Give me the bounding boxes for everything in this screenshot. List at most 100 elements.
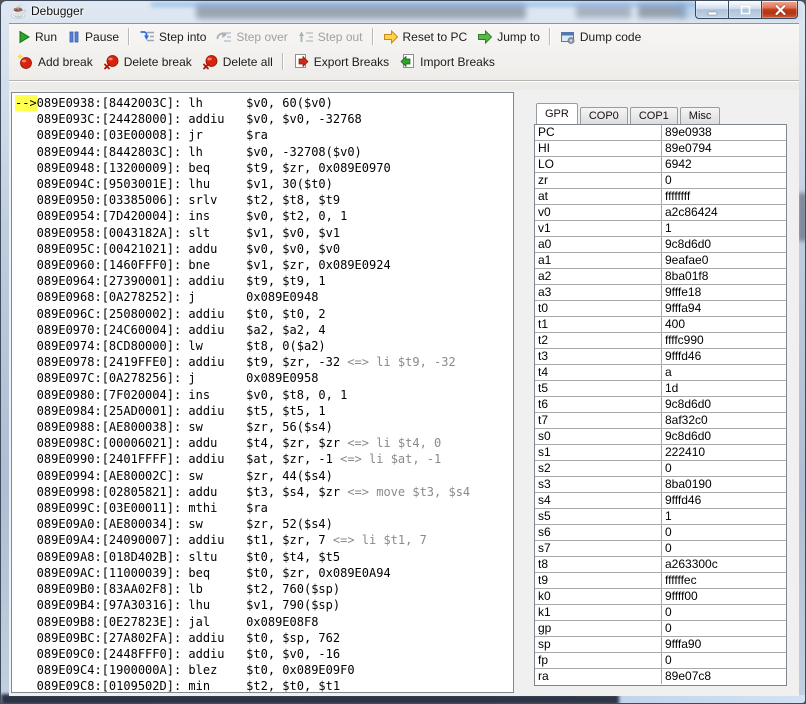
register-value[interactable]: 89e0794 <box>662 141 786 156</box>
register-value[interactable]: 9ffff00 <box>662 589 786 604</box>
disasm-line[interactable]: 089E0980:[7F020004]: ins $v0, $t8, 0, 1 <box>15 387 513 403</box>
disasm-line[interactable]: 089E0984:[25AD0001]: addiu $t5, $t5, 1 <box>15 403 513 419</box>
delete-all-button[interactable]: Delete all <box>197 53 278 70</box>
register-value[interactable]: 400 <box>662 317 786 332</box>
delete-break-button[interactable]: Delete break <box>98 53 197 70</box>
step-over-button[interactable]: Step over <box>211 29 292 45</box>
step-into-button[interactable]: Step into <box>134 29 211 45</box>
register-value[interactable]: 89e0938 <box>662 125 786 140</box>
register-value[interactable]: ffffffec <box>662 573 786 588</box>
import-breaks-button[interactable]: Import Breaks <box>394 53 500 70</box>
disasm-line[interactable]: 089E09A4:[24090007]: addiu $t1, $zr, 7 <… <box>15 532 513 548</box>
register-value[interactable]: 0 <box>662 461 786 476</box>
disasm-line[interactable]: 089E0940:[03E00008]: jr $ra <box>15 127 513 143</box>
disasm-line[interactable]: 089E09A8:[018D402B]: sltu $t0, $t4, $t5 <box>15 549 513 565</box>
register-value[interactable]: 0 <box>662 541 786 556</box>
titlebar[interactable]: ☕ Debugger <box>1 1 805 23</box>
register-value[interactable]: a263300c <box>662 557 786 572</box>
disasm-line[interactable]: 089E0958:[0043182A]: slt $v1, $v0, $v1 <box>15 225 513 241</box>
tab-misc[interactable]: Misc <box>680 107 721 124</box>
register-value[interactable]: 0 <box>662 525 786 540</box>
disasm-line[interactable]: 089E09A0:[AE800034]: sw $zr, 52($s4) <box>15 516 513 532</box>
disasm-line[interactable]: 089E0968:[0A278252]: j 0x089E0948 <box>15 289 513 305</box>
disasm-line[interactable]: 089E09B0:[83AA02F8]: lb $t2, 760($sp) <box>15 581 513 597</box>
register-value[interactable]: 9c8d6d0 <box>662 397 786 412</box>
disasm-line[interactable]: 089E09BC:[27A802FA]: addiu $t0, $sp, 762 <box>15 630 513 646</box>
step-out-button[interactable]: Step out <box>293 29 368 45</box>
jump-to-button[interactable]: Jump to <box>472 29 545 45</box>
register-value[interactable]: 1 <box>662 509 786 524</box>
register-value[interactable]: 9fffa94 <box>662 301 786 316</box>
register-value[interactable]: 9c8d6d0 <box>662 429 786 444</box>
disasm-line[interactable]: 089E09B8:[0E27823E]: jal 0x089E08F8 <box>15 614 513 630</box>
export-breaks-button[interactable]: Export Breaks <box>288 53 394 70</box>
register-name: t1 <box>535 317 662 332</box>
disasm-line[interactable]: 089E09C0:[2448FFF0]: addiu $t0, $v0, -16 <box>15 646 513 662</box>
register-value[interactable]: a <box>662 365 786 380</box>
register-value[interactable]: ffffffff <box>662 189 786 204</box>
disasm-line[interactable]: 089E0970:[24C60004]: addiu $a2, $a2, 4 <box>15 322 513 338</box>
disasm-line[interactable]: 089E0960:[1460FFF0]: bne $v1, $zr, 0x089… <box>15 257 513 273</box>
disasm-line[interactable]: 089E0990:[2401FFFF]: addiu $at, $zr, -1 … <box>15 451 513 467</box>
register-value[interactable]: 8ba0190 <box>662 477 786 492</box>
marker-gutter <box>15 630 37 646</box>
disasm-line[interactable]: 089E09B4:[97A30316]: lhu $v1, 790($sp) <box>15 597 513 613</box>
dump-code-button[interactable]: Dump code <box>555 29 646 45</box>
register-value[interactable]: 1d <box>662 381 786 396</box>
disasm-line[interactable]: 089E0964:[27390001]: addiu $t9, $t9, 1 <box>15 273 513 289</box>
add-break-button[interactable]: Add break <box>12 53 98 70</box>
disasm-line[interactable]: 089E09C8:[0109502D]: min $t2, $t0, $t1 <box>15 678 513 693</box>
disasm-line[interactable]: 089E0948:[13200009]: beq $t9, $zr, 0x089… <box>15 160 513 176</box>
disasm-line[interactable]: 089E0950:[03385006]: srlv $t2, $t8, $t9 <box>15 192 513 208</box>
tab-cop1[interactable]: COP1 <box>630 107 678 124</box>
register-name: ra <box>535 669 662 684</box>
disasm-line[interactable]: 089E096C:[25080002]: addiu $t0, $t0, 2 <box>15 306 513 322</box>
register-value[interactable]: a2c86424 <box>662 205 786 220</box>
disasm-line[interactable]: 089E0988:[AE800038]: sw $zr, 56($s4) <box>15 419 513 435</box>
register-value[interactable]: 0 <box>662 605 786 620</box>
register-value[interactable]: 1 <box>662 221 786 236</box>
run-button[interactable]: Run <box>12 29 62 45</box>
register-value[interactable]: 9fffe18 <box>662 285 786 300</box>
instruction-alias-comment: <=> li $at, -1 <box>333 452 441 466</box>
disassembly-view[interactable]: -->089E0938:[8442003C]: lh $v0, 60($v0) … <box>11 92 514 693</box>
disasm-line[interactable]: 089E0978:[2419FFE0]: addiu $t9, $zr, -32… <box>15 354 513 370</box>
register-value[interactable]: 222410 <box>662 445 786 460</box>
maximize-button[interactable] <box>728 1 761 19</box>
minimize-button[interactable] <box>695 1 728 19</box>
register-value[interactable]: 8af32c0 <box>662 413 786 428</box>
register-value[interactable]: 0 <box>662 621 786 636</box>
disasm-line[interactable]: 089E0994:[AE80002C]: sw $zr, 44($s4) <box>15 468 513 484</box>
register-value[interactable]: 9fffa90 <box>662 637 786 652</box>
disasm-line[interactable]: 089E099C:[03E00011]: mthi $ra <box>15 500 513 516</box>
register-value[interactable]: 8ba01f8 <box>662 269 786 284</box>
register-value[interactable]: ffffc990 <box>662 333 786 348</box>
disasm-line[interactable]: 089E0974:[8CD80000]: lw $t8, 0($a2) <box>15 338 513 354</box>
disasm-line[interactable]: 089E09AC:[11000039]: beq $t0, $zr, 0x089… <box>15 565 513 581</box>
reset-to-pc-button[interactable]: Reset to PC <box>378 29 473 45</box>
register-value[interactable]: 9fffd46 <box>662 349 786 364</box>
disasm-line[interactable]: -->089E0938:[8442003C]: lh $v0, 60($v0) <box>15 95 513 111</box>
disasm-line[interactable]: 089E0944:[8442803C]: lh $v0, -32708($v0) <box>15 144 513 160</box>
disasm-line[interactable]: 089E097C:[0A278256]: j 0x089E0958 <box>15 370 513 386</box>
disasm-line[interactable]: 089E094C:[9503001E]: lhu $v1, 30($t0) <box>15 176 513 192</box>
register-value[interactable]: 9eafae0 <box>662 253 786 268</box>
disasm-line[interactable]: 089E093C:[24428000]: addiu $v0, $v0, -32… <box>15 111 513 127</box>
pause-icon <box>67 29 81 45</box>
tab-cop0[interactable]: COP0 <box>580 107 628 124</box>
register-value[interactable]: 89e07c8 <box>662 669 786 684</box>
pause-button[interactable]: Pause <box>62 29 124 45</box>
close-icon <box>762 1 799 19</box>
register-value[interactable]: 9fffd46 <box>662 493 786 508</box>
close-button[interactable] <box>761 1 798 19</box>
tab-gpr[interactable]: GPR <box>536 103 578 124</box>
register-value[interactable]: 9c8d6d0 <box>662 237 786 252</box>
disasm-line[interactable]: 089E095C:[00421021]: addu $v0, $v0, $v0 <box>15 241 513 257</box>
register-value[interactable]: 6942 <box>662 157 786 172</box>
register-value[interactable]: 0 <box>662 653 786 668</box>
disasm-line[interactable]: 089E0954:[7D420004]: ins $v0, $t2, 0, 1 <box>15 208 513 224</box>
register-value[interactable]: 0 <box>662 173 786 188</box>
disasm-line[interactable]: 089E0998:[02805821]: addu $t3, $s4, $zr … <box>15 484 513 500</box>
disasm-line[interactable]: 089E09C4:[1900000A]: blez $t0, 0x089E09F… <box>15 662 513 678</box>
disasm-line[interactable]: 089E098C:[00006021]: addu $t4, $zr, $zr … <box>15 435 513 451</box>
